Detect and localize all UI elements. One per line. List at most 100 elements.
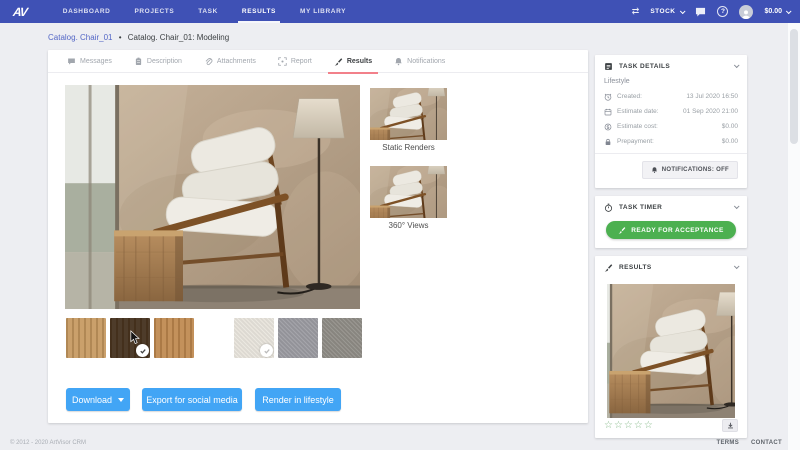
navbar-right: ⇄ STOCK ? $0.00	[632, 4, 792, 19]
detail-row-prepayment: Prepayment: $0.00	[595, 134, 747, 149]
download-button[interactable]: Download	[66, 388, 130, 411]
lock-icon	[605, 138, 611, 145]
calendar-icon	[604, 108, 612, 115]
breadcrumb: Catalog. Chair_01 • Catalog. Chair_01: M…	[48, 33, 229, 42]
cost-icon	[604, 123, 612, 130]
nav-item-task[interactable]: TASK	[186, 0, 230, 23]
swatch-fabric-cream[interactable]	[234, 318, 274, 358]
result-download-button[interactable]	[722, 419, 738, 432]
chevron-down-icon[interactable]	[733, 203, 740, 210]
chevron-down-icon[interactable]	[733, 62, 740, 69]
tab-report[interactable]: Report	[267, 50, 323, 73]
tab-attachments[interactable]: Attachments	[193, 50, 267, 73]
swatch-wood-medium-oak[interactable]	[154, 318, 194, 358]
render-in-lifestyle-button[interactable]: Render in lifestyle	[255, 388, 341, 411]
caret-down-icon	[118, 397, 125, 402]
detail-row-estimate-date: Estimate date: 01 Sep 2020 21:00	[595, 104, 747, 119]
task-details-panel: TASK DETAILS Lifestyle Created: 13 Jul 2…	[595, 55, 747, 188]
tab-description[interactable]: Description	[123, 50, 193, 73]
nav-item-my-library[interactable]: MY LIBRARY	[288, 0, 358, 23]
help-icon[interactable]: ?	[717, 6, 729, 17]
tab-results[interactable]: Results	[323, 50, 383, 74]
detail-label: Prepayment:	[617, 138, 654, 145]
download-icon	[727, 422, 733, 429]
nav-item-dashboard[interactable]: DASHBOARD	[51, 0, 123, 23]
results-panel: RESULTS ☆☆☆☆☆	[595, 256, 747, 438]
brush-icon	[334, 57, 343, 65]
bell-icon	[651, 167, 657, 173]
transfer-icon[interactable]: ⇄	[632, 6, 640, 17]
detail-value: 13 Jul 2020 16:50	[686, 93, 738, 100]
mouse-cursor-icon	[130, 330, 140, 344]
top-navbar: AV DASHBOARD PROJECTS TASK RESULTS MY LI…	[0, 0, 800, 23]
task-timer-header[interactable]: TASK TIMER	[595, 196, 747, 218]
scrollbar-thumb[interactable]	[790, 29, 798, 144]
nav-item-projects[interactable]: PROJECTS	[122, 0, 186, 23]
swatch-wood-dark-walnut[interactable]	[110, 318, 150, 358]
star-rating[interactable]: ☆☆☆☆☆	[604, 420, 654, 431]
chevron-down-icon	[785, 7, 792, 14]
swatch-fabric-taupe[interactable]	[322, 318, 362, 358]
main-menu: DASHBOARD PROJECTS TASK RESULTS MY LIBRA…	[51, 0, 358, 23]
views-360-label: 360° Views	[388, 221, 429, 230]
balance-amount: $0.00	[764, 8, 782, 15]
breadcrumb-current: Catalog. Chair_01: Modeling	[127, 33, 230, 42]
footer-links: TERMS CONTACT	[717, 440, 782, 446]
results-header[interactable]: RESULTS	[595, 256, 747, 278]
stock-selector[interactable]: STOCK	[650, 7, 687, 15]
terms-link[interactable]: TERMS	[717, 440, 740, 446]
clipboard-icon	[135, 57, 142, 65]
avatar[interactable]	[739, 4, 754, 19]
rating-row: ☆☆☆☆☆	[595, 419, 747, 432]
task-tabs: Messages Description Attachments Report …	[48, 50, 588, 74]
tab-messages[interactable]: Messages	[56, 50, 123, 73]
detail-label: Estimate date:	[617, 108, 659, 115]
detail-value: $0.00	[721, 123, 738, 130]
page-scrollbar	[787, 23, 800, 450]
brush-icon	[604, 263, 613, 271]
task-details-icon	[605, 62, 612, 70]
views-360-thumbnail[interactable]	[370, 166, 447, 218]
messages-icon[interactable]	[695, 7, 706, 17]
swatch-wood-light-oak[interactable]	[66, 318, 106, 358]
static-renders-thumbnail[interactable]	[370, 88, 447, 140]
tab-label: Notifications	[407, 57, 446, 65]
tab-label: Report	[290, 57, 312, 65]
balance-selector[interactable]: $0.00	[764, 7, 792, 15]
nav-item-results[interactable]: RESULTS	[230, 0, 288, 23]
chat-icon	[68, 58, 75, 65]
tab-label: Description	[146, 57, 182, 65]
render-label: Render in lifestyle	[262, 394, 334, 405]
tab-label: Messages	[80, 57, 112, 65]
tab-label: Attachments	[216, 57, 256, 65]
task-results-card: Messages Description Attachments Report …	[48, 50, 588, 423]
breadcrumb-parent-link[interactable]: Catalog. Chair_01	[48, 33, 112, 42]
chevron-down-icon	[680, 7, 687, 14]
main-render-image[interactable]	[65, 85, 360, 309]
detail-label: Created:	[617, 93, 642, 100]
swatch-fabric-grey[interactable]	[278, 318, 318, 358]
task-category: Lifestyle	[604, 78, 630, 85]
task-details-header[interactable]: TASK DETAILS	[595, 55, 747, 77]
report-icon	[278, 56, 287, 66]
detail-value: 01 Sep 2020 21:00	[683, 108, 738, 115]
results-title: RESULTS	[619, 263, 652, 271]
paperclip-icon	[205, 57, 213, 65]
tab-label: Results	[346, 57, 373, 65]
result-preview-image[interactable]	[607, 284, 735, 418]
task-timer-title: TASK TIMER	[619, 203, 663, 211]
app-logo[interactable]: AV	[12, 5, 27, 19]
tab-notifications[interactable]: Notifications	[383, 50, 456, 73]
ready-for-acceptance-label: READY FOR ACCEPTANCE	[631, 226, 724, 234]
ready-for-acceptance-button[interactable]: READY FOR ACCEPTANCE	[606, 221, 736, 239]
detail-label: Estimate cost:	[617, 123, 658, 130]
stopwatch-icon	[604, 203, 613, 212]
clock-icon	[604, 93, 612, 101]
contact-link[interactable]: CONTACT	[751, 440, 782, 446]
export-social-media-button[interactable]: Export for social media	[142, 388, 242, 411]
selected-check-icon	[136, 344, 149, 357]
notifications-toggle-button[interactable]: NOTIFICATIONS: OFF	[641, 161, 738, 179]
chevron-down-icon[interactable]	[733, 263, 740, 270]
detail-value: $0.00	[721, 138, 738, 145]
app-window: AV DASHBOARD PROJECTS TASK RESULTS MY LI…	[0, 0, 800, 450]
